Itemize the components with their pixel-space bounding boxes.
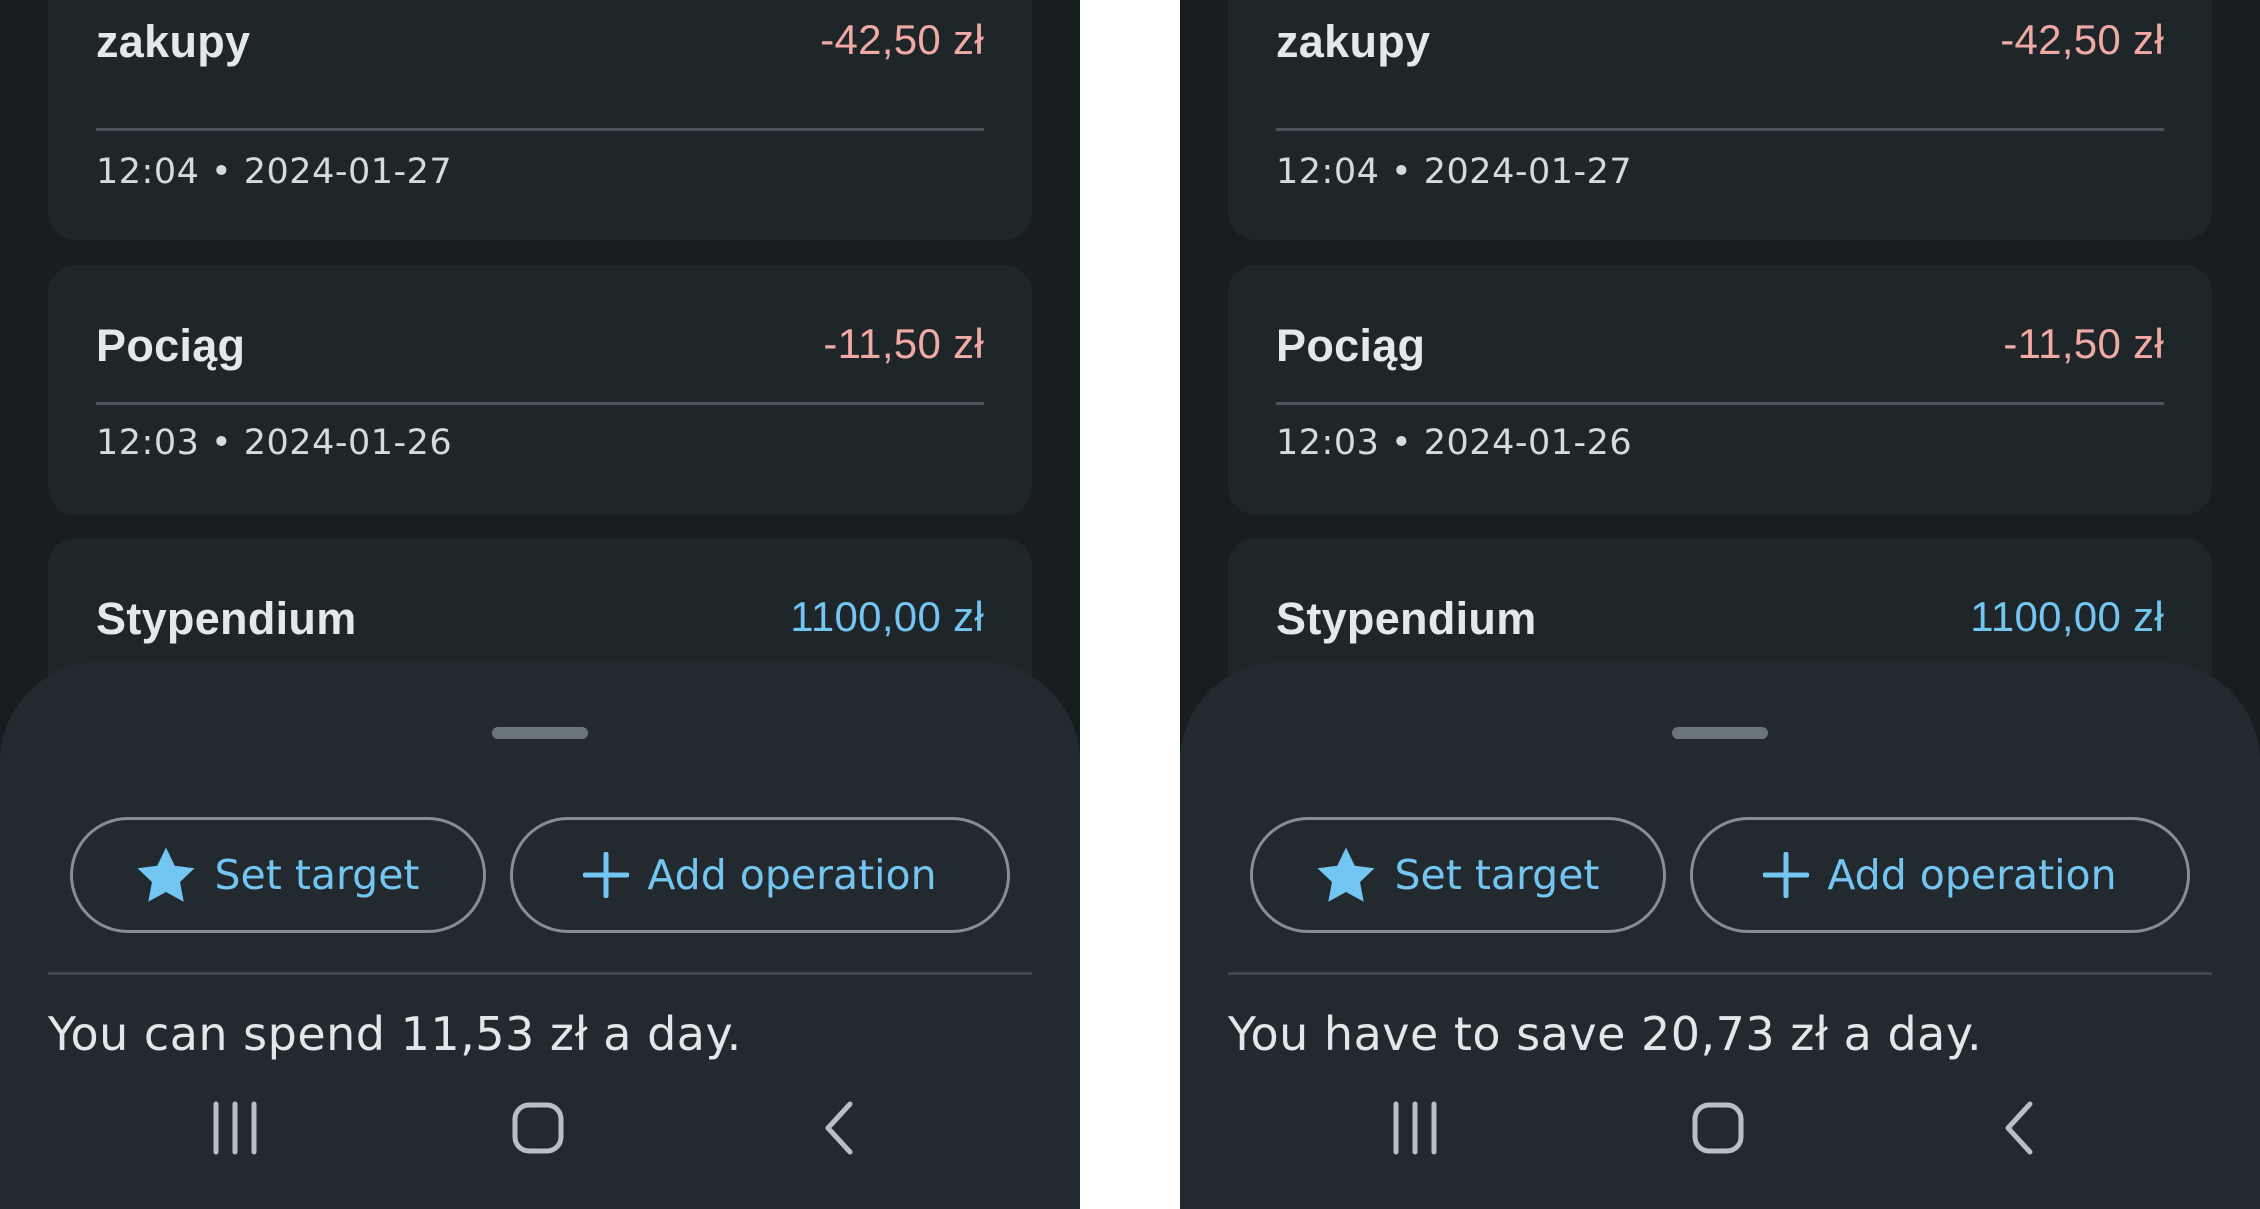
home-icon[interactable] — [510, 1100, 566, 1161]
phone-screen-right: zakupy -42,50 zł 12:04 • 2024-01-27 Poci… — [1180, 0, 2260, 1209]
transaction-amount: -42,50 zł — [820, 16, 984, 63]
star-icon — [136, 846, 196, 904]
bottom-sheet: Set target Add operation You have to sav… — [1180, 662, 2260, 1209]
card-divider — [1276, 402, 2164, 405]
daily-budget-text: You have to save 20,73 zł a day. — [1228, 1007, 1983, 1061]
transaction-amount: 1100,00 zł — [790, 593, 984, 640]
set-target-button[interactable]: Set target — [1250, 817, 1666, 933]
drag-handle[interactable] — [492, 727, 588, 739]
transaction-title: Pociąg — [96, 320, 246, 371]
transaction-card[interactable]: Pociąg -11,50 zł 12:03 • 2024-01-26 — [1228, 265, 2212, 515]
back-icon[interactable] — [818, 1100, 862, 1161]
transaction-datetime: 12:04 • 2024-01-27 — [1276, 152, 1633, 192]
transaction-amount: 1100,00 zł — [1970, 593, 2164, 640]
plus-icon — [1763, 852, 1810, 898]
card-divider — [1276, 128, 2164, 131]
set-target-button[interactable]: Set target — [70, 817, 486, 933]
phone-screen-left: zakupy -42,50 zł 12:04 • 2024-01-27 Poci… — [0, 0, 1080, 1209]
add-operation-button[interactable]: Add operation — [510, 817, 1010, 933]
set-target-label: Set target — [1394, 851, 1600, 899]
transaction-amount: -42,50 zł — [2000, 16, 2164, 63]
recent-apps-icon[interactable] — [1390, 1100, 1440, 1161]
home-icon[interactable] — [1690, 1100, 1746, 1161]
transaction-amount: -11,50 zł — [2003, 320, 2164, 367]
system-navigation-bar — [0, 1100, 1080, 1160]
transaction-title: Stypendium — [96, 593, 357, 644]
sheet-divider — [1228, 972, 2212, 975]
transaction-datetime: 12:04 • 2024-01-27 — [96, 152, 453, 192]
transaction-title: Pociąg — [1276, 320, 1426, 371]
bottom-sheet: Set target Add operation You can spend 1… — [0, 662, 1080, 1209]
back-icon[interactable] — [1998, 1100, 2042, 1161]
card-divider — [96, 402, 984, 405]
card-divider — [96, 128, 984, 131]
set-target-label: Set target — [214, 851, 420, 899]
sheet-divider — [48, 972, 1032, 975]
transaction-title: zakupy — [96, 16, 251, 67]
transaction-amount: -11,50 zł — [823, 320, 984, 367]
recent-apps-icon[interactable] — [210, 1100, 260, 1161]
transaction-card[interactable]: zakupy -42,50 zł 12:04 • 2024-01-27 — [1228, 0, 2212, 240]
star-icon — [1316, 846, 1376, 904]
add-operation-button[interactable]: Add operation — [1690, 817, 2190, 933]
transaction-title: Stypendium — [1276, 593, 1537, 644]
drag-handle[interactable] — [1672, 727, 1768, 739]
add-operation-label: Add operation — [647, 851, 937, 899]
transaction-title: zakupy — [1276, 16, 1431, 67]
add-operation-label: Add operation — [1827, 851, 2117, 899]
plus-icon — [583, 852, 630, 898]
transaction-datetime: 12:03 • 2024-01-26 — [1276, 423, 1633, 463]
transaction-card[interactable]: Pociąg -11,50 zł 12:03 • 2024-01-26 — [48, 265, 1032, 515]
transaction-datetime: 12:03 • 2024-01-26 — [96, 423, 453, 463]
transaction-card[interactable]: zakupy -42,50 zł 12:04 • 2024-01-27 — [48, 0, 1032, 240]
system-navigation-bar — [1180, 1100, 2260, 1160]
daily-budget-text: You can spend 11,53 zł a day. — [48, 1007, 742, 1061]
